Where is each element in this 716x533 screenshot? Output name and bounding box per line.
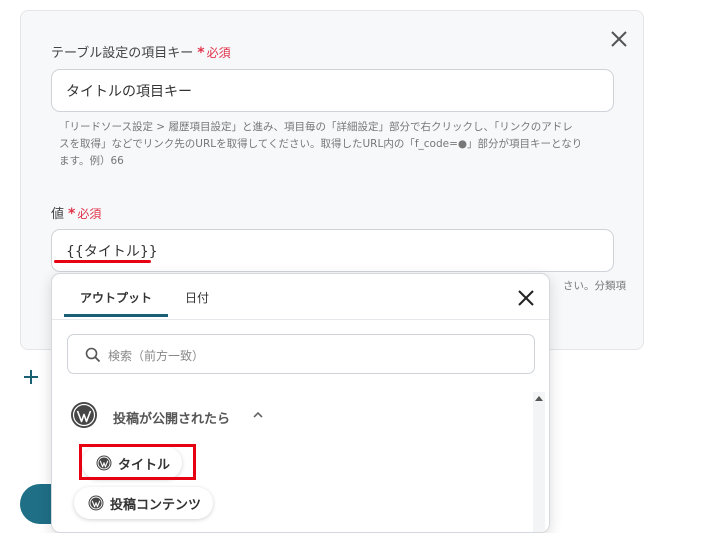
tab-output[interactable]: アウトプット (80, 289, 152, 306)
value-help-partial: さい。分類項 (563, 280, 626, 292)
required-badge: * 必須 (68, 206, 102, 222)
search-input[interactable] (106, 344, 520, 368)
value-label: 値 * 必須 (51, 206, 102, 222)
tab-indicator (64, 314, 168, 317)
chevron-up-icon (253, 411, 263, 418)
output-item-label: 投稿コンテンツ (110, 497, 202, 513)
close-icon[interactable] (516, 288, 536, 308)
value-input[interactable]: {{タイトル}} (51, 229, 614, 272)
item-key-label: テーブル設定の項目キー * 必須 (51, 45, 231, 61)
required-badge: * 必須 (197, 45, 231, 61)
item-key-help-line2: スを取得」などでリンク先のURLを取得してください。取得したURL内の「f_co… (59, 138, 583, 150)
wordpress-icon (88, 495, 104, 511)
item-key-input[interactable]: タイトルの項目キー (51, 69, 614, 112)
output-item-content[interactable]: 投稿コンテンツ (74, 487, 214, 519)
close-icon[interactable] (608, 28, 630, 50)
search-box[interactable] (67, 334, 535, 374)
search-icon (85, 347, 101, 363)
wordpress-icon (71, 402, 97, 428)
scroll-up-arrow[interactable] (535, 396, 543, 401)
trigger-section-title: 投稿が公開されたら (113, 412, 231, 427)
item-key-help-line3: ます。例）66 (59, 155, 124, 167)
popup-tabbar: アウトプット 日付 (52, 274, 549, 320)
item-key-help-line1: 「リードソース設定 > 履歴項目設定」と進み、項目毎の「詳細設定」部分で右クリッ… (59, 121, 573, 133)
plus-icon[interactable] (22, 368, 40, 386)
tab-date[interactable]: 日付 (185, 289, 209, 306)
trigger-section-header[interactable]: 投稿が公開されたら (70, 401, 330, 431)
value-underline-highlight (54, 260, 151, 263)
title-item-highlight (79, 444, 196, 480)
scrollbar[interactable] (533, 392, 545, 532)
